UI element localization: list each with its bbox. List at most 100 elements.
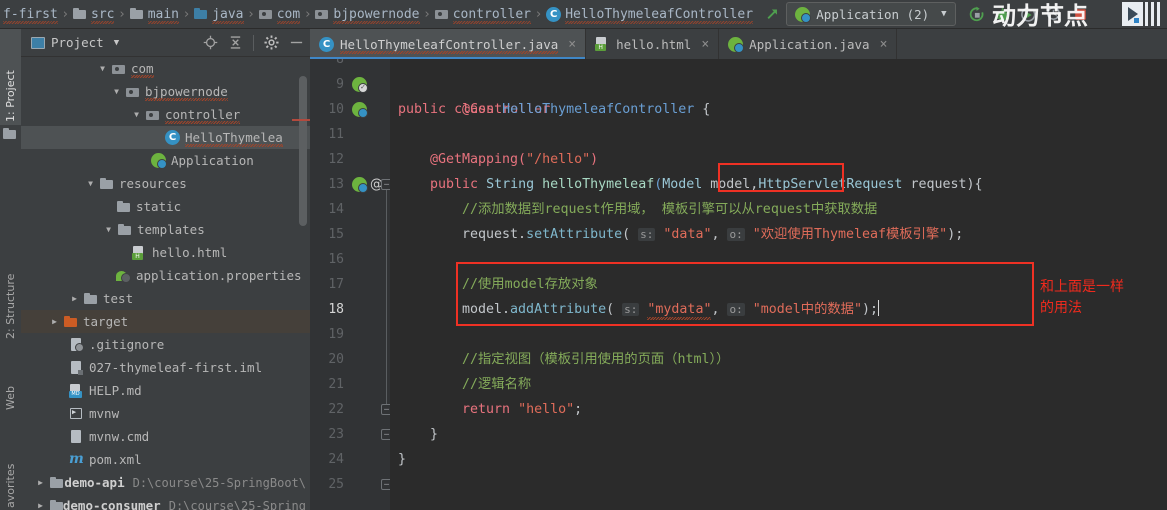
sidebar-item-web[interactable]: Web xyxy=(0,351,21,413)
tree-node-label: 027-thymeleaf-first.iml xyxy=(89,360,263,375)
paren: ( xyxy=(606,302,623,317)
breadcrumb-label: bjpowernode xyxy=(333,6,420,24)
tab-application-java[interactable]: Application.java × xyxy=(719,29,898,59)
spring-mapping-gutter-icon[interactable] xyxy=(352,177,368,193)
tree-node-application-properties[interactable]: application.properties xyxy=(21,264,310,287)
profiler-icon[interactable] xyxy=(1046,6,1063,23)
argument-welcome-text: "欢迎使用Thymeleaf模板引擎" xyxy=(752,227,948,242)
package-icon xyxy=(126,86,140,98)
spring-bean-gutter-icon[interactable] xyxy=(352,77,368,93)
return-value: "hello" xyxy=(518,402,575,417)
chevron-down-icon[interactable]: ▼ xyxy=(97,63,108,74)
debug-icon[interactable] xyxy=(994,6,1011,23)
breadcrumb-label: main xyxy=(147,6,180,24)
tree-node-label: templates xyxy=(137,222,205,237)
tree-node-label: controller xyxy=(165,107,241,124)
tab-hello-html[interactable]: hello.html × xyxy=(586,29,720,59)
tree-node-controller[interactable]: ▼ controller xyxy=(21,103,310,126)
tree-node-resources[interactable]: ▼ resources xyxy=(21,172,310,195)
tree-node-test[interactable]: ▶ test xyxy=(21,287,310,310)
tree-node-iml[interactable]: 027-thymeleaf-first.iml xyxy=(21,356,310,379)
breadcrumb-item-class[interactable]: C HelloThymeleafController xyxy=(543,3,756,25)
collapse-all-icon[interactable] xyxy=(228,35,243,50)
tree-node-gitignore[interactable]: .gitignore xyxy=(21,333,310,356)
folder-icon xyxy=(129,8,144,20)
stop-icon[interactable] xyxy=(1072,6,1089,23)
chevron-right-icon[interactable]: ▶ xyxy=(69,293,80,304)
comma: , xyxy=(711,227,728,242)
spring-properties-icon xyxy=(116,269,131,283)
tree-node-hello-html[interactable]: hello.html xyxy=(21,241,310,264)
comment: //添加数据到request作用域， 模板引擎可以从request中获取数据 xyxy=(462,202,878,217)
chevron-down-icon[interactable]: ▼ xyxy=(85,178,96,189)
line-number: 24 xyxy=(328,452,344,467)
build-hammer-icon[interactable]: ➞ xyxy=(761,2,785,26)
tree-node-help-md[interactable]: HELP.md xyxy=(21,379,310,402)
editor-gutter[interactable]: 8 9 10 11 12 13 14 15 16 17 18 19 20 21 … xyxy=(310,59,392,510)
project-tree-scrollbar[interactable] xyxy=(299,76,307,226)
sidebar-item-favorites[interactable]: avorites xyxy=(0,429,21,510)
tree-node-label: static xyxy=(136,199,182,214)
line-number: 19 xyxy=(328,327,344,342)
code-editor[interactable]: 8 9 10 11 12 13 14 15 16 17 18 19 20 21 … xyxy=(310,59,1167,510)
hide-panel-icon[interactable] xyxy=(289,35,304,50)
markdown-file-icon xyxy=(69,383,84,398)
tree-node-hellothymeleafcontroller[interactable]: C HelloThymelea xyxy=(21,126,310,149)
breadcrumb-item-controller[interactable]: controller xyxy=(432,3,534,25)
close-icon[interactable]: × xyxy=(568,37,576,52)
method-addattribute: addAttribute xyxy=(510,302,607,317)
chevron-down-icon[interactable]: ▼ xyxy=(111,86,122,97)
tree-node-demo-consumer[interactable]: ▶ demo-consumer D:\course\25-Spring xyxy=(21,494,310,510)
sidebar-item-structure[interactable]: 2: Structure xyxy=(0,224,21,342)
breadcrumb-separator: › xyxy=(535,6,542,22)
chevron-right-icon[interactable]: ▶ xyxy=(49,316,60,327)
tab-hellothymeleafcontroller-java[interactable]: C HelloThymeleafController.java × xyxy=(310,29,587,59)
run-with-coverage-icon[interactable] xyxy=(1020,6,1037,23)
locate-icon[interactable] xyxy=(203,35,218,50)
tree-node-bjpowernode[interactable]: ▼ bjpowernode xyxy=(21,80,310,103)
project-tool-window: Project ▼ ▼ com ▼ bjpowernode ▼ controll… xyxy=(21,29,311,510)
sidebar-item-label: 1: Project xyxy=(4,70,17,122)
tree-node-mvnw[interactable]: mvnw xyxy=(21,402,310,425)
code-line-21: //逻辑名称 xyxy=(462,372,531,397)
breadcrumb-item-main[interactable]: main xyxy=(127,3,182,25)
project-tree[interactable]: ▼ com ▼ bjpowernode ▼ controller C Hello… xyxy=(21,57,310,510)
chevron-down-icon[interactable]: ▼ xyxy=(131,109,142,120)
settings-gear-icon[interactable] xyxy=(264,35,279,50)
project-title-dropdown[interactable]: Project ▼ xyxy=(31,35,119,50)
class-icon: C xyxy=(319,36,334,52)
tree-node-application[interactable]: Application xyxy=(21,149,310,172)
tree-node-pom-xml[interactable]: pom.xml xyxy=(21,448,310,471)
method-setattribute: setAttribute xyxy=(526,227,623,242)
tree-node-mvnw-cmd[interactable]: mvnw.cmd xyxy=(21,425,310,448)
chevron-down-icon[interactable]: ▼ xyxy=(103,224,114,235)
tree-node-static[interactable]: static xyxy=(21,195,310,218)
run-configuration-selector[interactable]: Application (2) ▼ xyxy=(786,2,956,26)
close-icon[interactable]: × xyxy=(880,37,888,52)
tree-node-templates[interactable]: ▼ templates xyxy=(21,218,310,241)
tree-node-demo-api[interactable]: ▶ demo-api D:\course\25-SpringBoot\ xyxy=(21,471,310,494)
tree-node-target[interactable]: ▶ target xyxy=(21,310,310,333)
tree-node-label: HelloThymelea xyxy=(185,130,283,147)
method-name: helloThymeleaf xyxy=(542,177,655,192)
tree-node-label: test xyxy=(103,291,134,306)
tree-node-label: Application xyxy=(171,153,254,168)
editor-tab-bar: C HelloThymeleafController.java × hello.… xyxy=(310,29,1167,60)
sidebar-item-project[interactable]: 1: Project xyxy=(0,29,21,125)
module-folder-icon xyxy=(50,476,64,489)
breadcrumb-label: HelloThymeleafController xyxy=(565,6,754,24)
breadcrumb-separator: › xyxy=(184,6,190,22)
close-icon[interactable]: × xyxy=(701,37,709,52)
breadcrumb-item-java[interactable]: java xyxy=(191,3,246,25)
rerun-icon[interactable] xyxy=(968,6,985,23)
scrollbar-error-marker xyxy=(292,119,310,121)
breadcrumb-item-com[interactable]: com xyxy=(256,3,303,25)
project-title-label: Project xyxy=(51,35,104,50)
breadcrumb-item-src[interactable]: src xyxy=(70,3,117,25)
chevron-right-icon[interactable]: ▶ xyxy=(35,500,46,510)
chevron-right-icon[interactable]: ▶ xyxy=(35,477,46,488)
breadcrumb-item-project[interactable]: f-first xyxy=(0,3,61,25)
spring-component-gutter-icon[interactable] xyxy=(352,102,368,118)
tree-node-com[interactable]: ▼ com xyxy=(21,57,310,80)
breadcrumb-item-bjpowernode[interactable]: bjpowernode xyxy=(312,3,422,25)
